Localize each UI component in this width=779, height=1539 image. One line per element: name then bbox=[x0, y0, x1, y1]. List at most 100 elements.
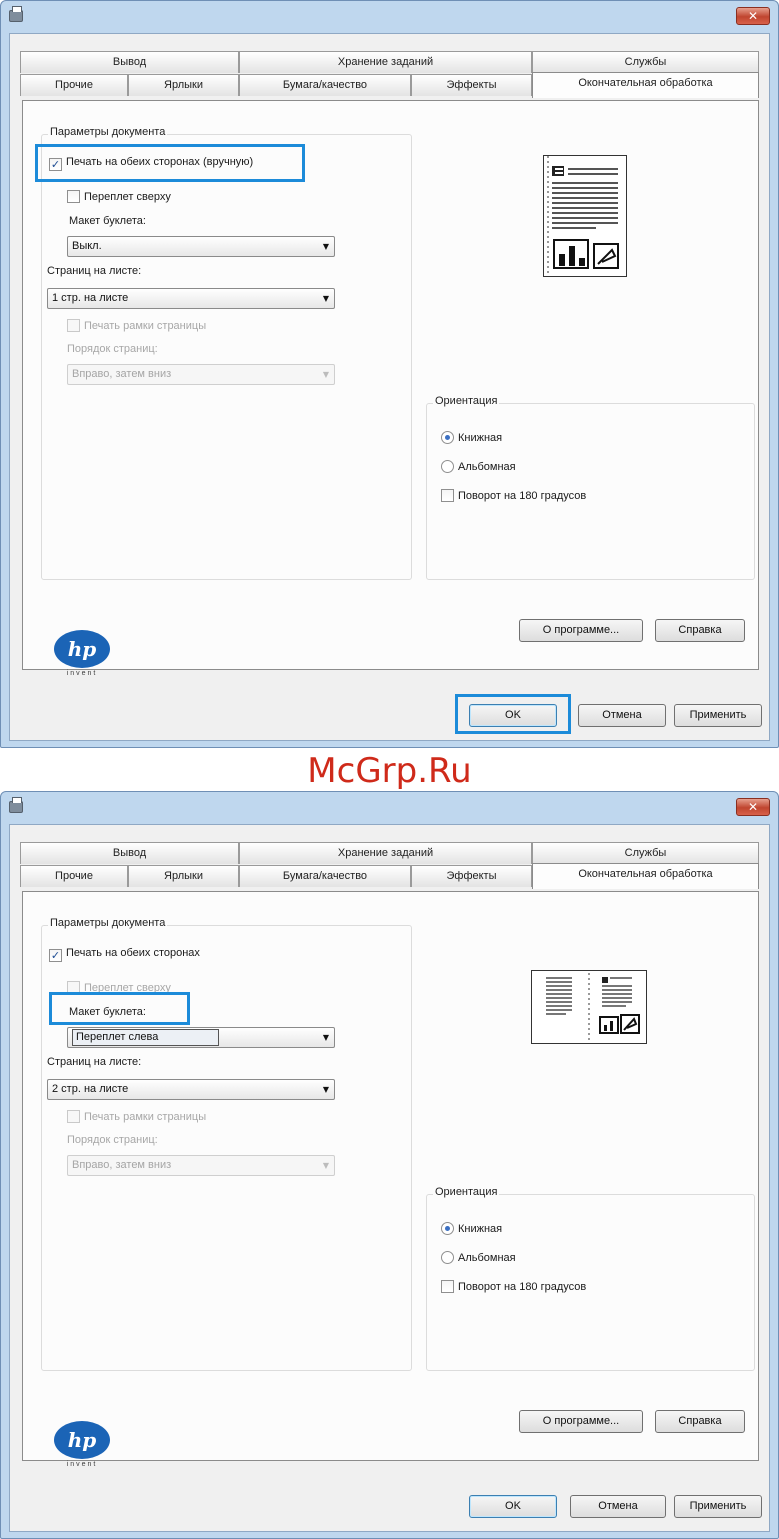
tab-finishing[interactable]: Окончательная обработка bbox=[532, 72, 759, 98]
rotate-180-option[interactable]: Поворот на 180 градусов bbox=[441, 1280, 586, 1293]
pages-per-sheet-label: Страниц на листе: bbox=[47, 265, 142, 277]
print-borders-checkbox[interactable] bbox=[67, 1110, 80, 1123]
about-button[interactable]: О программе... bbox=[519, 1410, 643, 1433]
hp-logo: hp invent bbox=[54, 1421, 110, 1469]
tab-shortcuts[interactable]: Ярлыки bbox=[128, 74, 239, 96]
title-bar: ✕ bbox=[1, 1, 778, 33]
binding-top-label: Переплет сверху bbox=[84, 191, 171, 203]
tab-paper-quality[interactable]: Бумага/качество bbox=[239, 74, 411, 96]
hp-logo: hp invent bbox=[54, 630, 110, 678]
printer-properties-dialog-1: ✕ Вывод Хранение заданий Службы Прочие Я… bbox=[0, 0, 779, 748]
chevron-down-icon[interactable]: ▼ bbox=[323, 237, 329, 256]
tab-job-storage[interactable]: Хранение заданий bbox=[239, 842, 532, 864]
booklet-layout-value: Выкл. bbox=[72, 240, 102, 252]
page-order-select[interactable]: Вправо, затем вниз ▼ bbox=[67, 364, 335, 385]
booklet-layout-select[interactable]: Выкл. ▼ bbox=[67, 236, 335, 257]
chevron-down-icon[interactable]: ▼ bbox=[323, 1156, 329, 1175]
orientation-landscape-option[interactable]: Альбомная bbox=[441, 1251, 516, 1264]
tab-services[interactable]: Службы bbox=[532, 842, 759, 864]
print-page-borders-option[interactable]: Печать рамки страницы bbox=[67, 319, 206, 332]
print-page-borders-option[interactable]: Печать рамки страницы bbox=[67, 1110, 206, 1123]
hp-invent-text: invent bbox=[66, 670, 98, 677]
chevron-down-icon[interactable]: ▼ bbox=[323, 1028, 329, 1047]
pages-per-sheet-value: 2 стр. на листе bbox=[52, 1083, 129, 1095]
tab-finishing[interactable]: Окончательная обработка bbox=[532, 863, 759, 889]
page-order-label: Порядок страниц: bbox=[67, 1134, 158, 1146]
pages-per-sheet-label: Страниц на листе: bbox=[47, 1056, 142, 1068]
print-borders-checkbox[interactable] bbox=[67, 319, 80, 332]
pages-per-sheet-select[interactable]: 2 стр. на листе ▼ bbox=[47, 1079, 335, 1100]
booklet-layout-value: Переплет слева bbox=[72, 1029, 220, 1046]
rotate-180-label: Поворот на 180 градусов bbox=[458, 490, 587, 502]
chevron-down-icon[interactable]: ▼ bbox=[323, 365, 329, 384]
tab-output[interactable]: Вывод bbox=[20, 51, 239, 73]
orientation-portrait-option[interactable]: Книжная bbox=[441, 431, 502, 444]
hp-invent-text: invent bbox=[66, 1461, 98, 1468]
apply-button[interactable]: Применить bbox=[674, 704, 762, 727]
rotate-180-checkbox[interactable] bbox=[441, 1280, 454, 1293]
page-order-value: Вправо, затем вниз bbox=[72, 368, 172, 380]
close-icon[interactable]: ✕ bbox=[736, 798, 770, 816]
page-order-select[interactable]: Вправо, затем вниз ▼ bbox=[67, 1155, 335, 1176]
dialog-client-area: Вывод Хранение заданий Службы Прочие Ярл… bbox=[9, 824, 770, 1532]
tab-other[interactable]: Прочие bbox=[20, 865, 128, 887]
tab-shortcuts[interactable]: Ярлыки bbox=[128, 865, 239, 887]
pages-per-sheet-value: 1 стр. на листе bbox=[52, 292, 129, 304]
portrait-radio[interactable] bbox=[441, 431, 454, 444]
highlight-booklet-layout bbox=[49, 992, 190, 1025]
portrait-radio[interactable] bbox=[441, 1222, 454, 1235]
rotate-180-option[interactable]: Поворот на 180 градусов bbox=[441, 489, 586, 502]
booklet-layout-label: Макет буклета: bbox=[69, 215, 146, 227]
highlight-ok-button bbox=[455, 694, 571, 734]
rotate-180-checkbox[interactable] bbox=[441, 489, 454, 502]
page-preview-icon bbox=[531, 970, 647, 1044]
page-order-label: Порядок страниц: bbox=[67, 343, 158, 355]
ok-button[interactable]: OK bbox=[469, 1495, 557, 1518]
hp-logo-mark: hp bbox=[54, 630, 110, 668]
chevron-down-icon[interactable]: ▼ bbox=[323, 1080, 329, 1099]
help-button[interactable]: Справка bbox=[655, 619, 745, 642]
printer-icon bbox=[9, 6, 23, 22]
printer-properties-dialog-2: ✕ Вывод Хранение заданий Службы Прочие Я… bbox=[0, 791, 779, 1539]
tab-job-storage[interactable]: Хранение заданий bbox=[239, 51, 532, 73]
print-both-sides-option[interactable]: ✓ Печать на обеих сторонах bbox=[49, 947, 200, 962]
cancel-button[interactable]: Отмена bbox=[578, 704, 666, 727]
checkmark-icon[interactable]: ✓ bbox=[49, 949, 62, 962]
printer-icon bbox=[9, 797, 23, 813]
landscape-radio[interactable] bbox=[441, 460, 454, 473]
page-order-value: Вправо, затем вниз bbox=[72, 1159, 172, 1171]
tab-output[interactable]: Вывод bbox=[20, 842, 239, 864]
close-icon[interactable]: ✕ bbox=[736, 7, 770, 25]
tab-services[interactable]: Службы bbox=[532, 51, 759, 73]
chevron-down-icon[interactable]: ▼ bbox=[323, 289, 329, 308]
rotate-180-label: Поворот на 180 градусов bbox=[458, 1281, 587, 1293]
title-bar: ✕ bbox=[1, 792, 778, 824]
highlight-print-both-sides bbox=[35, 144, 305, 182]
preview-spread-drawing bbox=[546, 973, 640, 1041]
tab-effects[interactable]: Эффекты bbox=[411, 74, 532, 96]
portrait-label: Книжная bbox=[458, 1223, 503, 1235]
tab-effects[interactable]: Эффекты bbox=[411, 865, 532, 887]
finishing-tab-page: Параметры документа ✓ Печать на обеих сто… bbox=[22, 100, 759, 670]
print-both-sides-label: Печать на обеих сторонах bbox=[66, 947, 200, 959]
landscape-radio[interactable] bbox=[441, 1251, 454, 1264]
about-button[interactable]: О программе... bbox=[519, 619, 643, 642]
orientation-landscape-option[interactable]: Альбомная bbox=[441, 460, 516, 473]
landscape-label: Альбомная bbox=[458, 1252, 516, 1264]
finishing-tab-page: Параметры документа ✓ Печать на обеих сто… bbox=[22, 891, 759, 1461]
orientation-portrait-option[interactable]: Книжная bbox=[441, 1222, 502, 1235]
booklet-layout-select[interactable]: Переплет слева ▼ bbox=[67, 1027, 335, 1048]
dialog-client-area: Вывод Хранение заданий Службы Прочие Ярл… bbox=[9, 33, 770, 741]
tab-other[interactable]: Прочие bbox=[20, 74, 128, 96]
binding-top-option[interactable]: Переплет сверху bbox=[67, 190, 171, 203]
apply-button[interactable]: Применить bbox=[674, 1495, 762, 1518]
watermark-text: McGrp.Ru bbox=[307, 751, 472, 791]
pages-per-sheet-select[interactable]: 1 стр. на листе ▼ bbox=[47, 288, 335, 309]
document-options-label: Параметры документа bbox=[48, 126, 168, 138]
help-button[interactable]: Справка bbox=[655, 1410, 745, 1433]
hp-logo-mark: hp bbox=[54, 1421, 110, 1459]
binding-top-checkbox[interactable] bbox=[67, 190, 80, 203]
cancel-button[interactable]: Отмена bbox=[570, 1495, 666, 1518]
preview-page-drawing bbox=[547, 156, 619, 276]
tab-paper-quality[interactable]: Бумага/качество bbox=[239, 865, 411, 887]
